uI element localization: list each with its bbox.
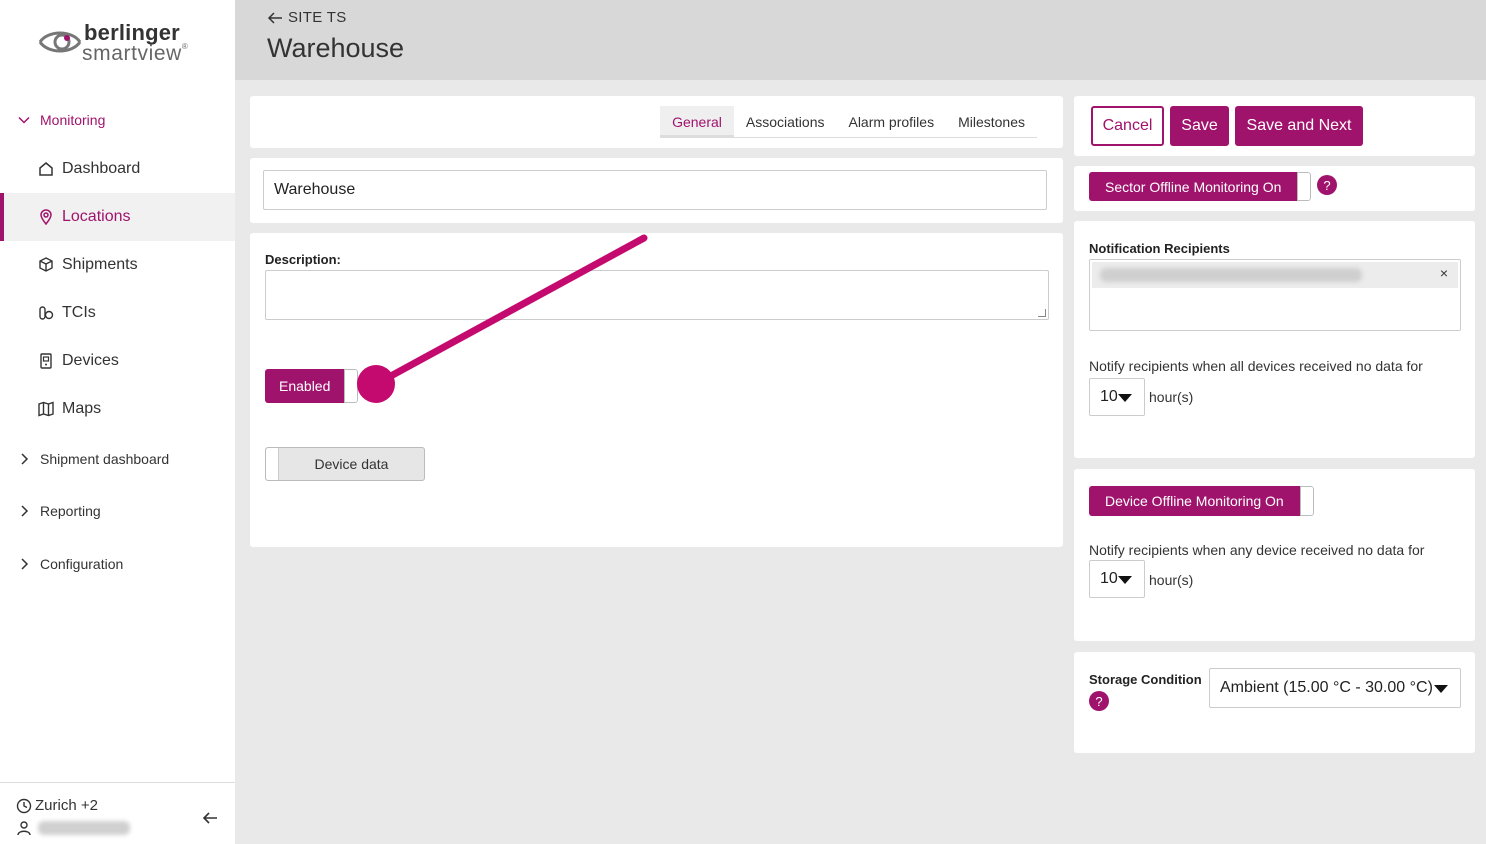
sector-hours-unit: hour(s) [1149, 389, 1194, 405]
enabled-toggle[interactable]: Enabled [265, 369, 359, 403]
help-icon[interactable]: ? [1089, 691, 1109, 711]
details-card: Description: Enabled Device data [250, 233, 1063, 547]
nav-group-configuration[interactable]: Configuration [0, 554, 235, 574]
nav-group-label: Configuration [40, 556, 124, 572]
caret-down-icon [1118, 394, 1132, 402]
sidebar-footer: Zurich +2 [0, 782, 235, 844]
sector-toggle-card: Sector Offline Monitoring On ? [1074, 166, 1475, 211]
caret-down-icon [1118, 576, 1132, 584]
user-name-redacted [38, 821, 130, 835]
map-icon [37, 400, 55, 418]
sidebar-item-maps[interactable]: Maps [0, 385, 235, 433]
chevron-right-icon [21, 453, 29, 465]
location-name-input[interactable]: Warehouse [263, 170, 1047, 210]
description-textarea[interactable] [265, 270, 1049, 320]
sidebar-item-label: Shipments [62, 256, 138, 273]
save-and-next-button[interactable]: Save and Next [1235, 106, 1363, 146]
page-title: Warehouse [267, 33, 405, 63]
tab-bar: General Associations Alarm profiles Mile… [660, 106, 1037, 138]
chevron-right-icon [21, 558, 29, 570]
brand-product: smartview® [82, 42, 189, 65]
notification-recipients-label: Notification Recipients [1089, 241, 1230, 256]
sidebar-item-label: Dashboard [62, 160, 141, 177]
toggle-knob [266, 448, 279, 480]
caret-down-icon [1434, 685, 1448, 693]
nav-group-monitoring[interactable]: Monitoring [0, 110, 235, 130]
sidebar-item-label: Maps [62, 400, 102, 417]
actions-card: Cancel Save Save and Next [1074, 96, 1475, 156]
sector-hours-select[interactable]: 10 [1089, 378, 1145, 416]
nav-group-label: Reporting [40, 503, 101, 519]
tci-icon [37, 304, 55, 322]
device-hours-select[interactable]: 10 [1089, 560, 1145, 598]
storage-condition-label: Storage Condition [1089, 672, 1202, 687]
toggle-knob [1297, 172, 1312, 201]
timezone[interactable]: Zurich +2 [16, 797, 98, 814]
tab-alarm-profiles[interactable]: Alarm profiles [836, 106, 946, 137]
storage-card: Storage Condition ? Ambient (15.00 °C - … [1074, 652, 1475, 753]
user-icon [17, 821, 31, 836]
tab-general[interactable]: General [660, 106, 734, 137]
chevron-right-icon [21, 505, 29, 517]
recipient-email-redacted [1100, 268, 1362, 282]
device-offline-card: Device Offline Monitoring On Notify reci… [1074, 469, 1475, 641]
sidebar-item-label: TCIs [62, 304, 96, 321]
nav-group-reporting[interactable]: Reporting [0, 501, 235, 521]
recipients-field[interactable]: × [1089, 259, 1461, 331]
save-button[interactable]: Save [1170, 106, 1229, 146]
cancel-button[interactable]: Cancel [1091, 106, 1164, 146]
toggle-knob [344, 369, 359, 403]
toggle-knob [1299, 486, 1314, 516]
sector-toggle-label: Sector Offline Monitoring On [1089, 172, 1298, 201]
tabs-card: General Associations Alarm profiles Mile… [250, 96, 1063, 148]
help-icon[interactable]: ? [1317, 175, 1337, 195]
device-data-toggle[interactable]: Device data [265, 447, 425, 481]
sector-notify-text: Notify recipients when all devices recei… [1089, 358, 1423, 374]
nav-group-label: Shipment dashboard [40, 451, 170, 467]
collapse-sidebar-icon[interactable] [201, 809, 219, 827]
box-icon [37, 256, 55, 274]
storage-condition-select[interactable]: Ambient (15.00 °C - 30.00 °C) [1209, 668, 1461, 708]
chevron-down-icon [18, 116, 30, 124]
device-offline-monitoring-toggle[interactable]: Device Offline Monitoring On [1089, 486, 1314, 516]
sidebar-item-shipments[interactable]: Shipments [0, 241, 235, 289]
device-toggle-label: Device Offline Monitoring On [1089, 486, 1300, 516]
sidebar-item-dashboard[interactable]: Dashboard [0, 145, 235, 193]
back-link-label: SITE TS [288, 9, 347, 26]
arrow-left-icon [267, 11, 282, 24]
tab-milestones[interactable]: Milestones [946, 106, 1037, 137]
page-header: SITE TS Warehouse [235, 0, 1486, 80]
notification-card: Notification Recipients × Notify recipie… [1074, 221, 1475, 458]
sidebar-item-label: Devices [62, 352, 119, 369]
description-label: Description: [265, 252, 341, 267]
nav-group-shipment-dashboard[interactable]: Shipment dashboard [0, 449, 235, 469]
back-link[interactable]: SITE TS [267, 9, 347, 26]
eye-logo-icon [38, 31, 82, 53]
sidebar-item-devices[interactable]: Devices [0, 337, 235, 385]
device-hours-unit: hour(s) [1149, 572, 1194, 588]
device-icon [37, 352, 55, 370]
remove-recipient-icon[interactable]: × [1440, 265, 1448, 281]
home-icon [37, 160, 55, 178]
sector-offline-monitoring-toggle[interactable]: Sector Offline Monitoring On [1089, 172, 1312, 201]
sector-hours-value: 10 [1100, 388, 1118, 405]
timezone-label: Zurich +2 [35, 797, 98, 814]
nav-group-label: Monitoring [40, 112, 106, 128]
clock-icon [16, 798, 32, 813]
recipient-chip: × [1092, 262, 1458, 288]
enabled-toggle-label: Enabled [265, 369, 345, 403]
user-menu[interactable] [16, 820, 130, 836]
sidebar-item-label: Locations [62, 208, 131, 225]
sidebar-item-tcis[interactable]: TCIs [0, 289, 235, 337]
storage-condition-value: Ambient (15.00 °C - 30.00 °C) [1220, 679, 1433, 696]
location-pin-icon [37, 208, 55, 226]
device-data-label: Device data [314, 456, 389, 472]
device-notify-text: Notify recipients when any device receiv… [1089, 542, 1425, 558]
device-hours-value: 10 [1100, 570, 1118, 587]
berlinger-logo: berlinger smartview® [38, 18, 208, 68]
name-card: Warehouse [250, 158, 1063, 223]
sidebar: berlinger smartview® Monitoring Dashboar… [0, 0, 235, 844]
tab-associations[interactable]: Associations [734, 106, 837, 137]
sidebar-item-locations[interactable]: Locations [0, 193, 235, 241]
